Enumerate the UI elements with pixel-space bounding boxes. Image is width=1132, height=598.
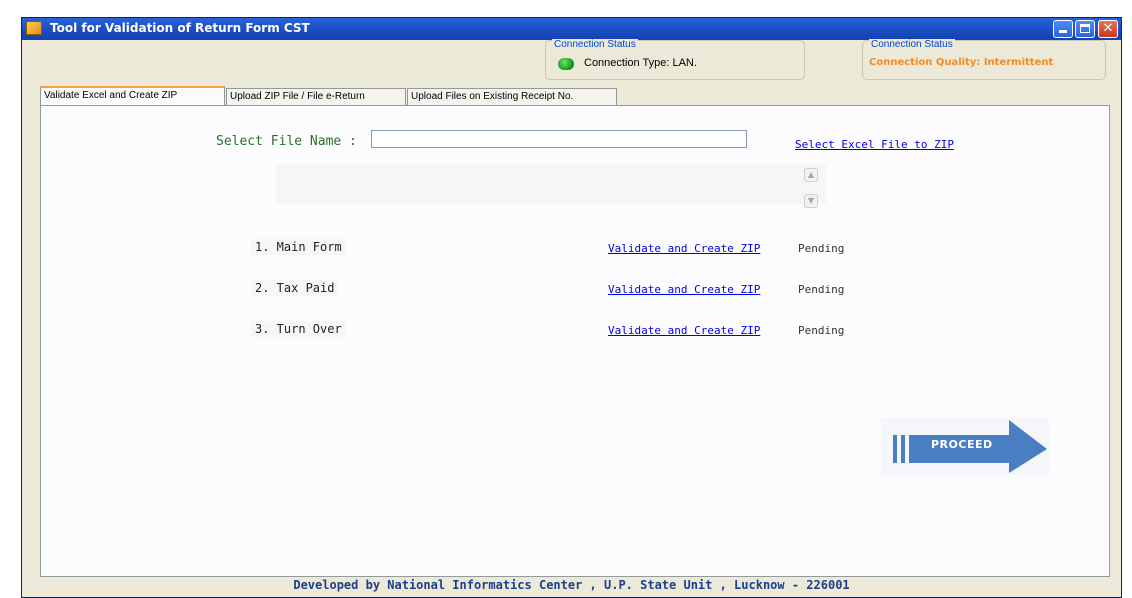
row-label: 2. Tax Paid bbox=[251, 280, 339, 296]
tab-upload-zip[interactable]: Upload ZIP File / File e-Return bbox=[226, 88, 406, 105]
connection-status-group: Connection Status Connection Type: LAN. bbox=[545, 39, 805, 80]
validate-create-zip-link[interactable]: Validate and Create ZIP bbox=[608, 283, 760, 296]
connection-status-legend: Connection Status bbox=[552, 39, 638, 50]
app-icon bbox=[26, 21, 42, 35]
row-status: Pending bbox=[798, 242, 845, 255]
connection-quality-group: Connection Status Connection Quality: In… bbox=[862, 39, 1106, 80]
tab-validate-excel[interactable]: Validate Excel and Create ZIP bbox=[40, 86, 225, 106]
tab-upload-existing-receipt[interactable]: Upload Files on Existing Receipt No. bbox=[407, 88, 617, 105]
title-bar[interactable]: Tool for Validation of Return Form CST ✕ bbox=[22, 18, 1121, 40]
minimize-icon bbox=[1059, 30, 1067, 33]
validate-create-zip-link[interactable]: Validate and Create ZIP bbox=[608, 324, 760, 337]
close-button[interactable]: ✕ bbox=[1098, 20, 1118, 38]
minimize-button[interactable] bbox=[1053, 20, 1073, 38]
connection-type-text: Connection Type: LAN. bbox=[584, 57, 697, 69]
validation-row-tax-paid: 2. Tax Paid Validate and Create ZIP Pend… bbox=[41, 280, 1109, 300]
row-status: Pending bbox=[798, 283, 845, 296]
proceed-label: PROCEED bbox=[931, 438, 993, 451]
row-label: 3. Turn Over bbox=[251, 321, 346, 337]
validation-row-turn-over: 3. Turn Over Validate and Create ZIP Pen… bbox=[41, 321, 1109, 341]
file-name-input[interactable] bbox=[371, 130, 747, 148]
row-label: 1. Main Form bbox=[251, 239, 346, 255]
connection-led-icon bbox=[558, 58, 574, 70]
messages-textarea[interactable] bbox=[276, 164, 826, 204]
app-window: Tool for Validation of Return Form CST ✕… bbox=[21, 17, 1122, 598]
validate-create-zip-link[interactable]: Validate and Create ZIP bbox=[608, 242, 760, 255]
connection-quality-text: Connection Quality: Intermittent bbox=[869, 57, 1054, 68]
footer-credit: Developed by National Informatics Center… bbox=[293, 578, 850, 592]
scroll-up-icon[interactable]: ▲ bbox=[804, 168, 818, 182]
scroll-down-icon[interactable]: ▼ bbox=[804, 194, 818, 208]
tab-panel-validate: Select File Name : Select Excel File to … bbox=[40, 105, 1110, 577]
validation-row-main-form: 1. Main Form Validate and Create ZIP Pen… bbox=[41, 239, 1109, 259]
maximize-button[interactable] bbox=[1075, 20, 1095, 38]
connection-quality-legend: Connection Status bbox=[869, 39, 955, 50]
proceed-button[interactable]: PROCEED bbox=[881, 418, 1049, 475]
row-status: Pending bbox=[798, 324, 845, 337]
window-title: Tool for Validation of Return Form CST bbox=[50, 21, 310, 35]
select-excel-file-link[interactable]: Select Excel File to ZIP bbox=[795, 138, 954, 151]
close-icon: ✕ bbox=[1102, 21, 1114, 36]
select-file-label: Select File Name : bbox=[216, 134, 357, 149]
maximize-icon bbox=[1080, 24, 1090, 33]
